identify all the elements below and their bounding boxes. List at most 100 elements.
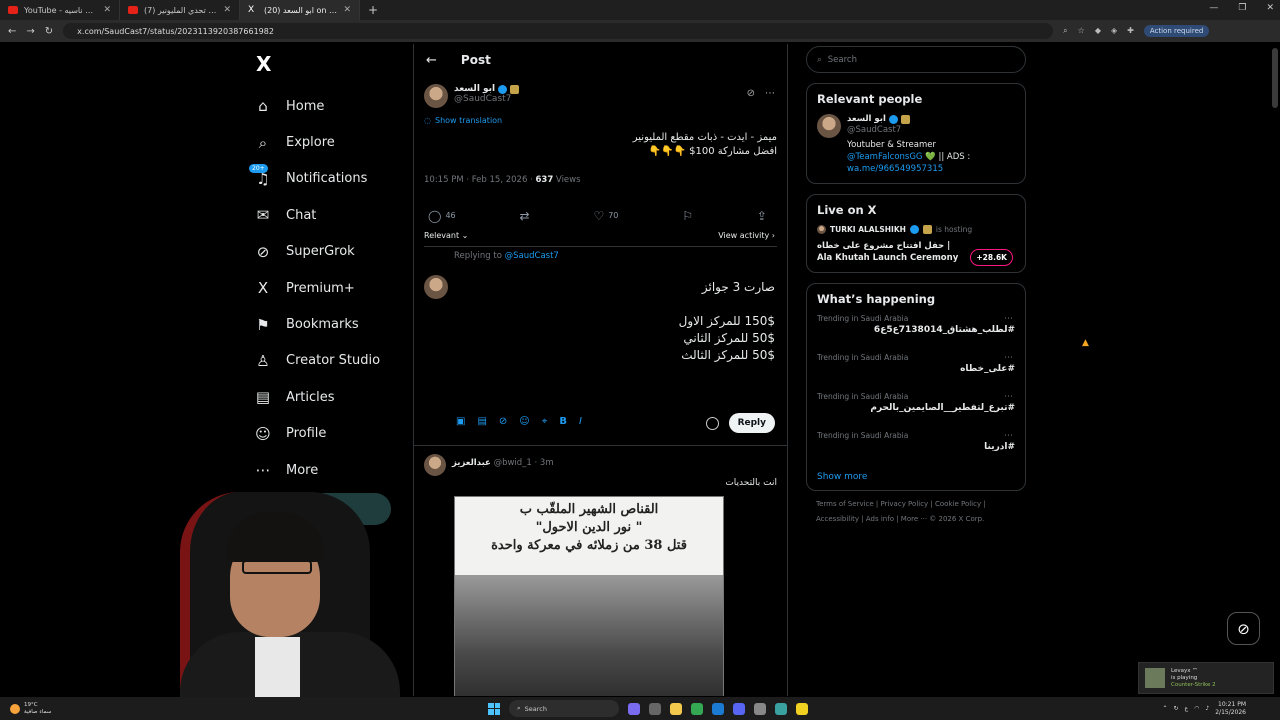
more-icon[interactable]: ⋯ bbox=[765, 88, 775, 99]
trend-item[interactable]: Trending in Saudi Arabia #على_خطاه ⋯ bbox=[817, 353, 1015, 386]
location-icon[interactable]: ⌖ bbox=[542, 416, 548, 427]
sort-dropdown[interactable]: Relevant ⌄ bbox=[424, 231, 468, 240]
nav-item-profile[interactable]: ☺ Profile bbox=[248, 416, 413, 452]
search-input[interactable]: ⌕ Search bbox=[806, 46, 1026, 73]
footer-row[interactable]: Terms of Service | Privacy Policy | Cook… bbox=[816, 497, 1016, 512]
live-host[interactable]: TURKI ALALSHIKH is hosting bbox=[817, 225, 1015, 234]
live-event-title[interactable]: حفل افتتاح مشروع على خطاه | Ala Khutah L… bbox=[817, 240, 962, 264]
x-logo-icon[interactable]: X bbox=[256, 52, 413, 76]
trend-item[interactable]: Trending in Saudi Arabia #ادرينا ⋯ bbox=[817, 431, 1015, 464]
grok-icon[interactable]: ⊘ bbox=[747, 88, 755, 99]
sync-icon[interactable]: ↻ bbox=[1174, 705, 1179, 712]
clock[interactable]: 10:21 PM 2/15/2026 bbox=[1215, 701, 1246, 717]
file-explorer-icon[interactable] bbox=[670, 702, 682, 715]
scrollbar-thumb[interactable] bbox=[1272, 48, 1278, 108]
avatar[interactable] bbox=[424, 454, 446, 476]
weather-widget[interactable]: 19°C سماء صافية bbox=[10, 697, 51, 720]
more-icon[interactable]: ⋯ bbox=[1004, 353, 1013, 363]
app-icon[interactable] bbox=[775, 702, 787, 715]
image-icon[interactable]: ▣ bbox=[456, 416, 465, 427]
action-required-chip[interactable]: Action required bbox=[1143, 25, 1210, 37]
view-activity-link[interactable]: View activity › bbox=[718, 231, 775, 240]
puzzle-icon[interactable]: ✚ bbox=[1127, 26, 1134, 36]
share-action[interactable]: ⇪ bbox=[757, 206, 767, 225]
relevant-person[interactable]: ابو السعد @SaudCast7 Youtuber & Streamer… bbox=[817, 114, 1015, 175]
sticky-notes-icon[interactable] bbox=[796, 702, 808, 715]
minimize-icon[interactable]: — bbox=[1209, 3, 1218, 13]
author-name[interactable]: ابو السعد bbox=[454, 84, 495, 94]
reply-textarea[interactable]: صارت 3 جوائز 150$ للمركز الاول 50$ للمرك… bbox=[679, 279, 775, 364]
back-arrow-icon[interactable]: ← bbox=[426, 53, 437, 68]
italic-icon[interactable]: I bbox=[579, 416, 582, 427]
bold-icon[interactable]: B bbox=[559, 416, 567, 427]
browser-tab-active[interactable]: X (20) ابو السعد on X "ميمز - ايدت ✕ bbox=[240, 0, 360, 20]
bookmark-star-icon[interactable]: ☆ bbox=[1078, 26, 1085, 36]
nav-item-supergrok[interactable]: ⊘ SuperGrok bbox=[248, 234, 413, 270]
nav-item-premium[interactable]: X Premium+ bbox=[248, 270, 413, 306]
nav-item-articles[interactable]: ▤ Articles bbox=[248, 379, 413, 415]
chrome-icon[interactable] bbox=[691, 702, 703, 715]
reload-icon[interactable]: ↻ bbox=[45, 26, 53, 37]
close-icon[interactable]: ✕ bbox=[103, 5, 111, 15]
replying-handle[interactable]: @SaudCast7 bbox=[505, 251, 559, 261]
nav-item-home[interactable]: ⌂ Home bbox=[248, 88, 413, 124]
avatar[interactable] bbox=[817, 114, 841, 138]
browser-tab[interactable]: YouTube - ما طلبك ناسيه ✕ bbox=[0, 0, 120, 20]
back-icon[interactable]: ← bbox=[8, 26, 16, 37]
grok-icon[interactable]: ⊘ bbox=[499, 416, 507, 427]
post-time[interactable]: 10:15 PM · Feb 15, 2026 · bbox=[424, 175, 535, 185]
language-indicator[interactable]: ع bbox=[1185, 705, 1189, 712]
windows-start-icon[interactable] bbox=[488, 702, 500, 715]
show-more-link[interactable]: Show more bbox=[817, 472, 1015, 482]
rp-name[interactable]: ابو السعد bbox=[847, 114, 886, 124]
zoom-icon[interactable]: ⌕ bbox=[1063, 26, 1067, 36]
author-handle[interactable]: @SaudCast7 bbox=[454, 94, 519, 104]
nav-item-bookmarks[interactable]: ⚑ Bookmarks bbox=[248, 306, 413, 342]
close-icon[interactable]: ✕ bbox=[343, 5, 351, 15]
extension-icon[interactable]: ◆ bbox=[1095, 26, 1101, 36]
app-icon[interactable] bbox=[628, 702, 640, 715]
reply-action[interactable]: ◯ 46 bbox=[428, 206, 456, 225]
bio-link[interactable]: wa.me/966549957315 bbox=[847, 163, 970, 175]
url-field[interactable]: x.com/SaudCast7/status/20231139203876619… bbox=[63, 23, 1054, 39]
task-view-icon[interactable] bbox=[649, 702, 661, 715]
new-tab-button[interactable]: + bbox=[360, 3, 386, 17]
reply-author-name[interactable]: عبدالعزيز bbox=[452, 458, 491, 468]
nav-item-creator-studio[interactable]: ♙ Creator Studio bbox=[248, 343, 413, 379]
more-icon[interactable]: ⋯ bbox=[1004, 314, 1013, 324]
trend-item[interactable]: Trending in Saudi Arabia #تبرع_لتفطير__ا… bbox=[817, 392, 1015, 425]
app-icon[interactable] bbox=[754, 702, 766, 715]
reply-button[interactable]: Reply bbox=[728, 413, 775, 433]
discord-icon[interactable] bbox=[733, 702, 745, 715]
reply-item[interactable]: عبدالعزيز @bwid_1 · 3m انت بالتحديات الق… bbox=[414, 445, 787, 696]
wifi-icon[interactable]: ◠ bbox=[1194, 705, 1199, 712]
like-action[interactable]: ♡ 70 bbox=[593, 206, 618, 225]
avatar[interactable] bbox=[424, 84, 448, 108]
extension-icon[interactable]: ◈ bbox=[1111, 26, 1117, 36]
nav-item-notifications[interactable]: 20+ ♫ Notifications bbox=[248, 161, 413, 197]
live-listener-count[interactable]: +28.6K bbox=[970, 249, 1013, 266]
steam-icon[interactable] bbox=[712, 702, 724, 715]
close-window-icon[interactable]: ✕ bbox=[1266, 3, 1274, 13]
emoji-icon[interactable]: ☺ bbox=[519, 416, 529, 427]
repost-action[interactable]: ⇄ bbox=[520, 206, 530, 225]
rp-handle[interactable]: @SaudCast7 bbox=[847, 125, 970, 135]
footer-row[interactable]: Accessibility | Ads info | More ··· © 20… bbox=[816, 512, 1016, 527]
bio-mention-link[interactable]: @TeamFalconsGG bbox=[847, 152, 923, 162]
nav-item-chat[interactable]: ✉ Chat bbox=[248, 197, 413, 233]
nav-item-explore[interactable]: ⌕ Explore bbox=[248, 124, 413, 160]
trend-item[interactable]: Trending in Saudi Arabia #لطلب_هشتاق_713… bbox=[817, 314, 1015, 347]
chevron-up-icon[interactable]: ⌃ bbox=[1162, 705, 1167, 712]
close-icon[interactable]: ✕ bbox=[223, 5, 231, 15]
show-translation-link[interactable]: ◌ Show translation bbox=[414, 108, 787, 125]
grok-fab-button[interactable]: ⊘ bbox=[1227, 612, 1260, 645]
reply-image[interactable]: القناص الشهير الملقّب ب " نور الدين الاح… bbox=[454, 496, 724, 696]
forward-icon[interactable]: → bbox=[26, 26, 34, 37]
volume-icon[interactable]: ♪ bbox=[1205, 705, 1209, 712]
steam-notification[interactable]: Levayx ™ is playing Counter-Strike 2 bbox=[1138, 662, 1274, 694]
more-icon[interactable]: ⋯ bbox=[1004, 431, 1013, 441]
bookmark-action[interactable]: ⚐ bbox=[682, 206, 693, 225]
more-icon[interactable]: ⋯ bbox=[1004, 392, 1013, 402]
browser-tab[interactable]: (7) تحدي المليونير YouTube 2 - ✕ bbox=[120, 0, 240, 20]
maximize-icon[interactable]: ❐ bbox=[1238, 3, 1246, 13]
